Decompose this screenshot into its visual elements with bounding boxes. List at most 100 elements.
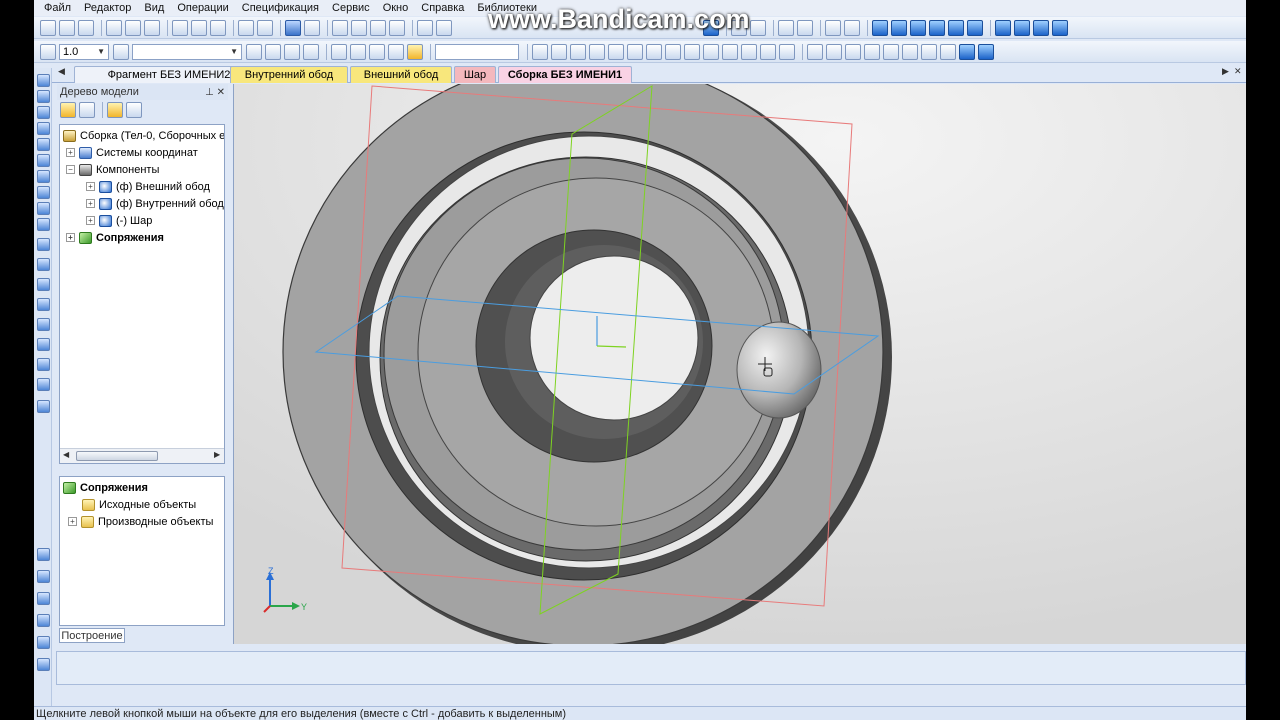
constraint-icon[interactable] xyxy=(940,43,956,60)
hidden-lines-icon[interactable] xyxy=(1033,19,1049,36)
shaded-icon[interactable] xyxy=(995,19,1011,36)
fillet-icon[interactable] xyxy=(684,43,700,60)
tree-item-outer-rim[interactable]: + (ф) Внешний обод xyxy=(86,178,210,195)
zoom-icon[interactable] xyxy=(144,19,160,36)
new-document-icon[interactable] xyxy=(40,19,56,36)
tab-ball[interactable]: Шар xyxy=(454,66,496,83)
rotate-icon[interactable] xyxy=(284,43,300,60)
menu-view[interactable]: Вид xyxy=(144,2,164,14)
perspective-icon[interactable] xyxy=(1052,19,1068,36)
chamfer-icon[interactable] xyxy=(703,43,719,60)
cut-icon[interactable] xyxy=(172,19,188,36)
mirror-icon[interactable] xyxy=(760,43,776,60)
formula-icon[interactable] xyxy=(370,19,386,36)
dimension-icon[interactable] xyxy=(807,43,823,60)
bottom-tool-4-icon[interactable] xyxy=(37,614,50,627)
elements-icon[interactable] xyxy=(37,258,50,271)
tree-horizontal-scrollbar[interactable]: ◀ ▶ xyxy=(60,448,224,463)
tab-assembly[interactable]: Сборка БЕЗ ИМЕНИ1 xyxy=(498,66,632,83)
tree-view-icon[interactable] xyxy=(107,102,123,118)
tree-item-assembly[interactable]: Сборка (Тел-0, Сборочных е xyxy=(63,127,224,144)
grid-icon[interactable] xyxy=(331,43,347,60)
relations-item-derived-objects[interactable]: + Производные объекты xyxy=(68,513,213,530)
zoom-window-icon[interactable] xyxy=(417,19,433,36)
mates-toolbar-icon[interactable] xyxy=(37,154,50,167)
placement-icon[interactable] xyxy=(37,278,50,291)
line-icon[interactable] xyxy=(551,43,567,60)
paste-icon[interactable] xyxy=(210,19,226,36)
panel-pin-close-icons[interactable]: ⊥ ✕ xyxy=(205,87,228,98)
model-viewport[interactable]: Z Y xyxy=(233,84,1246,644)
tree-item-inner-rim[interactable]: + (ф) Внутренний обод xyxy=(86,195,224,212)
menu-file[interactable]: Файл xyxy=(44,2,71,14)
variables-icon[interactable] xyxy=(351,19,367,36)
edit-icon[interactable] xyxy=(37,298,50,311)
tree-mode-icon[interactable] xyxy=(60,102,76,118)
curves-icon[interactable] xyxy=(37,90,50,103)
circle-icon[interactable] xyxy=(570,43,586,60)
properties-icon[interactable] xyxy=(238,19,254,36)
expand-icon[interactable]: + xyxy=(66,233,75,242)
view-back-icon[interactable] xyxy=(891,19,907,36)
tab-close-icon[interactable]: ✕ xyxy=(1234,66,1242,77)
tree-list-icon[interactable] xyxy=(126,102,142,118)
view-bottom-icon[interactable] xyxy=(929,19,945,36)
chevron-down-icon[interactable]: ▼ xyxy=(97,47,105,56)
step-icon[interactable] xyxy=(40,43,56,60)
view-top-icon[interactable] xyxy=(910,19,926,36)
collapse-icon[interactable]: − xyxy=(66,165,75,174)
menu-service[interactable]: Сервис xyxy=(332,2,370,14)
polygon-icon[interactable] xyxy=(627,43,643,60)
tab-scroll-left-icon[interactable]: ◀ xyxy=(58,66,65,77)
preview-icon[interactable] xyxy=(125,19,141,36)
zoom-in-icon[interactable] xyxy=(436,19,452,36)
filter-toolbar-icon[interactable] xyxy=(37,186,50,199)
search-parts-icon[interactable] xyxy=(37,400,50,413)
scroll-thumb[interactable] xyxy=(76,451,158,461)
tree-structure-icon[interactable] xyxy=(79,102,95,118)
undo-icon[interactable] xyxy=(285,19,301,36)
view-left-icon[interactable] xyxy=(948,19,964,36)
redo-icon[interactable] xyxy=(304,19,320,36)
coordinate-combo[interactable] xyxy=(435,43,519,60)
layers-icon[interactable] xyxy=(37,318,50,331)
expand-icon[interactable]: + xyxy=(86,199,95,208)
expand-icon[interactable]: + xyxy=(86,182,95,191)
view-front-icon[interactable] xyxy=(872,19,888,36)
orient-icon[interactable] xyxy=(303,43,319,60)
spec-icon[interactable] xyxy=(844,19,860,36)
style-combo[interactable]: ▼ xyxy=(132,43,242,60)
local-cs-icon[interactable] xyxy=(369,43,385,60)
scale-combo[interactable]: 1.0 ▼ xyxy=(59,43,109,60)
view-icon[interactable] xyxy=(902,43,918,60)
plane-icon[interactable] xyxy=(246,43,262,60)
tree-item-ball[interactable]: + (-) Шар xyxy=(86,212,152,229)
help-pointer-icon[interactable] xyxy=(389,19,405,36)
open-icon[interactable] xyxy=(59,19,75,36)
library-icon[interactable] xyxy=(37,378,50,391)
point-icon[interactable] xyxy=(532,43,548,60)
bottom-tool-3-icon[interactable] xyxy=(37,592,50,605)
ortho-icon[interactable] xyxy=(388,43,404,60)
copy-icon[interactable] xyxy=(191,19,207,36)
spec-toolbar-icon[interactable] xyxy=(37,202,50,215)
surface-icon[interactable] xyxy=(978,43,994,60)
measure-icon[interactable] xyxy=(778,19,794,36)
selection-icon[interactable] xyxy=(750,19,766,36)
edit-assembly-icon[interactable] xyxy=(37,74,50,87)
view-right-icon[interactable] xyxy=(967,19,983,36)
tab-scroll-right-icon[interactable]: ▶ xyxy=(1222,66,1229,77)
reports-icon[interactable] xyxy=(37,218,50,231)
arc-icon[interactable] xyxy=(589,43,605,60)
save-icon[interactable] xyxy=(78,19,94,36)
diagnostics-icon[interactable] xyxy=(797,19,813,36)
scroll-left-icon[interactable]: ◀ xyxy=(63,450,69,459)
surfaces-icon[interactable] xyxy=(37,106,50,119)
text-icon[interactable] xyxy=(826,43,842,60)
layer-icon[interactable] xyxy=(921,43,937,60)
bottom-tool-6-icon[interactable] xyxy=(37,658,50,671)
bottom-tool-5-icon[interactable] xyxy=(37,636,50,649)
menu-editor[interactable]: Редактор xyxy=(84,2,131,14)
sheet-metal-icon[interactable] xyxy=(37,238,50,251)
tab-inner-rim[interactable]: Внутренний обод xyxy=(230,66,348,83)
